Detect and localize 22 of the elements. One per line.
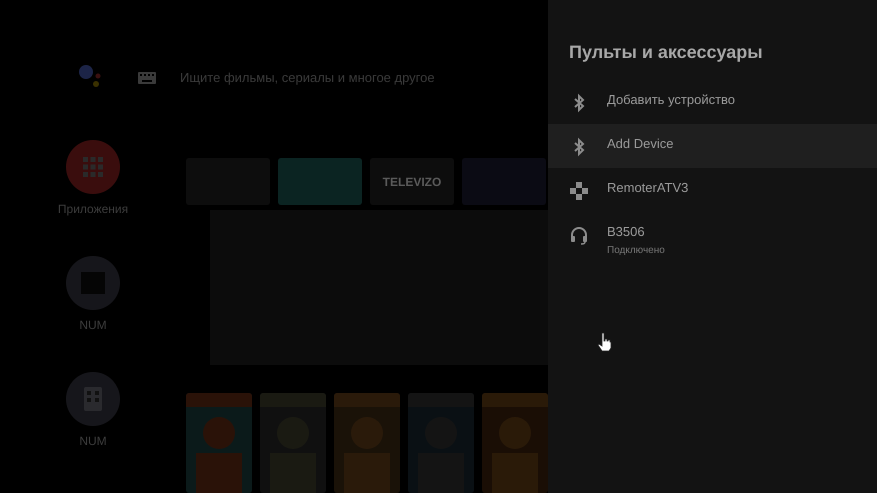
app-tile[interactable]	[278, 158, 362, 205]
device-item[interactable]: RemoterATV3	[548, 168, 877, 212]
panel-title: Пульты и аксессуары	[568, 42, 764, 64]
device-item[interactable]: B3506 Подключено	[548, 212, 877, 256]
device-name: Добавить устройство	[607, 92, 736, 108]
apps-grid-icon	[82, 156, 104, 178]
device-item[interactable]: Добавить устройство	[548, 80, 877, 124]
hand-cursor-icon	[597, 332, 613, 352]
remote-icon	[83, 386, 103, 412]
device-name: B3506	[607, 224, 646, 240]
device-item[interactable]: Add Device	[548, 124, 877, 168]
device-name: RemoterATV3	[607, 180, 688, 196]
headset-icon	[569, 225, 589, 246]
device-name: Add Device	[607, 136, 674, 152]
nav-label: Приложения	[58, 201, 128, 218]
nav-button[interactable]	[66, 140, 120, 194]
keyboard-icon[interactable]	[138, 72, 156, 84]
device-status: Подключено	[607, 244, 665, 258]
gamepad-icon	[569, 181, 589, 202]
search-field[interactable]: Ищите фильмы, сериалы и многое другое	[180, 68, 480, 88]
nav-label: NUM	[79, 433, 107, 450]
nav-label: NUM	[79, 317, 107, 334]
